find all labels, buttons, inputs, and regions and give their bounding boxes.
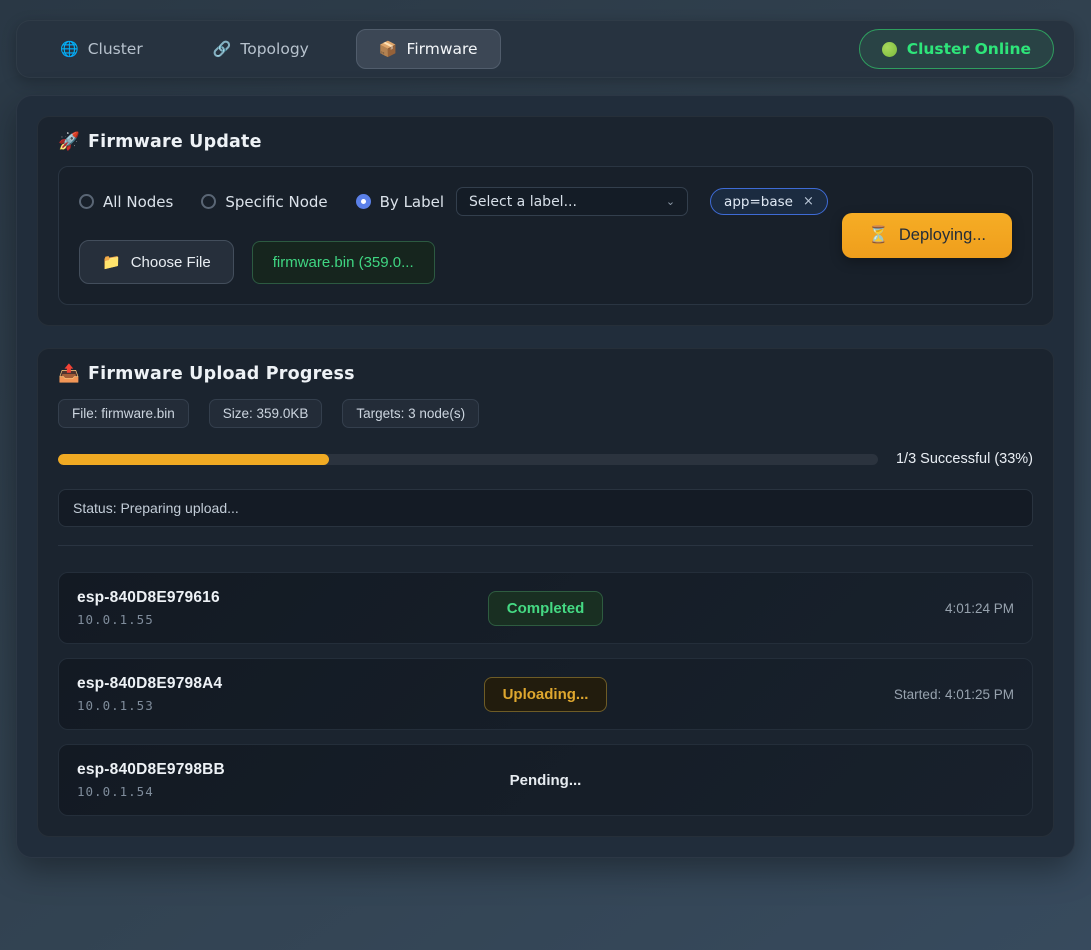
close-icon[interactable]: ×	[803, 194, 814, 209]
tab-topology-label: Topology	[240, 40, 308, 58]
choose-file-button[interactable]: 📁 Choose File	[79, 240, 234, 284]
progress-row: 1/3 Successful (33%)	[58, 451, 1033, 467]
progress-bar	[58, 454, 878, 465]
node-status-badge: Completed	[488, 591, 604, 626]
radio-by-label-label: By Label	[380, 193, 444, 211]
choose-file-label: Choose File	[131, 254, 211, 271]
firmware-update-form: All Nodes Specific Node By Label Select …	[58, 166, 1033, 305]
radio-all-nodes[interactable]: All Nodes	[79, 193, 173, 211]
firmware-update-card: 🚀Firmware Update All Nodes Specific Node…	[37, 116, 1054, 326]
upload-meta-row: File: firmware.bin Size: 359.0KB Targets…	[58, 399, 1033, 428]
node-name: esp-840D8E9798BB	[77, 761, 491, 779]
meta-size-badge: Size: 359.0KB	[209, 399, 323, 428]
hourglass-icon: ⏳	[868, 226, 889, 245]
package-icon: 📦	[379, 40, 398, 58]
globe-icon: 🌐	[60, 40, 79, 58]
meta-file-badge: File: firmware.bin	[58, 399, 189, 428]
label-select-placeholder: Select a label...	[469, 194, 577, 210]
tab-cluster[interactable]: 🌐 Cluster	[37, 29, 166, 69]
node-row: esp-840D8E979616 10.0.1.55 Completed 4:0…	[58, 572, 1033, 644]
upload-progress-card: 📤Firmware Upload Progress File: firmware…	[37, 348, 1054, 837]
node-ip: 10.0.1.53	[77, 698, 484, 713]
top-nav: 🌐 Cluster 🔗 Topology 📦 Firmware Cluster …	[16, 20, 1075, 78]
progress-fill	[58, 454, 329, 465]
divider	[58, 545, 1033, 546]
chevron-down-icon: ⌄	[666, 195, 675, 208]
node-status-badge: Uploading...	[484, 677, 608, 712]
label-select-dropdown[interactable]: Select a label... ⌄	[456, 187, 688, 216]
cluster-status-badge: Cluster Online	[859, 29, 1054, 69]
tab-firmware[interactable]: 📦 Firmware	[356, 29, 501, 69]
deploy-button[interactable]: ⏳ Deploying...	[842, 213, 1012, 258]
node-name: esp-840D8E9798A4	[77, 675, 484, 693]
radio-circle-checked-icon[interactable]	[356, 194, 371, 209]
deploy-button-label: Deploying...	[899, 226, 986, 245]
tab-cluster-label: Cluster	[88, 40, 143, 58]
tab-firmware-label: Firmware	[407, 40, 478, 58]
firmware-update-title: 🚀Firmware Update	[58, 132, 1033, 152]
node-ip: 10.0.1.54	[77, 784, 491, 799]
node-row: esp-840D8E9798BB 10.0.1.54 Pending...	[58, 744, 1033, 816]
selected-file-button[interactable]: firmware.bin (359.0...	[252, 241, 435, 284]
progress-label: 1/3 Successful (33%)	[896, 451, 1033, 467]
main-container: 🚀Firmware Update All Nodes Specific Node…	[16, 95, 1075, 858]
status-line: Status: Preparing upload...	[58, 489, 1033, 527]
radio-by-label[interactable]: By Label	[356, 193, 444, 211]
radio-circle-icon[interactable]	[201, 194, 216, 209]
radio-circle-icon[interactable]	[79, 194, 94, 209]
tab-topology[interactable]: 🔗 Topology	[190, 29, 332, 69]
node-timestamp: Started: 4:01:25 PM	[607, 687, 1014, 702]
meta-targets-badge: Targets: 3 node(s)	[342, 399, 479, 428]
node-ip: 10.0.1.55	[77, 612, 488, 627]
node-status-badge: Pending...	[491, 763, 601, 798]
outbox-tray-icon: 📤	[58, 364, 80, 384]
upload-progress-title: 📤Firmware Upload Progress	[58, 364, 1033, 384]
link-icon: 🔗	[213, 40, 232, 58]
node-row: esp-840D8E9798A4 10.0.1.53 Uploading... …	[58, 658, 1033, 730]
node-name: esp-840D8E979616	[77, 589, 488, 607]
folder-icon: 📁	[102, 253, 121, 271]
radio-all-nodes-label: All Nodes	[103, 193, 173, 211]
radio-specific-node-label: Specific Node	[225, 193, 327, 211]
label-tag-text: app=base	[724, 194, 793, 210]
node-timestamp: 4:01:24 PM	[603, 601, 1014, 616]
radio-specific-node[interactable]: Specific Node	[201, 193, 327, 211]
label-tag-app-base: app=base ×	[710, 188, 828, 215]
green-circle-icon	[882, 42, 897, 57]
cluster-status-label: Cluster Online	[907, 40, 1031, 58]
rocket-icon: 🚀	[58, 132, 80, 152]
